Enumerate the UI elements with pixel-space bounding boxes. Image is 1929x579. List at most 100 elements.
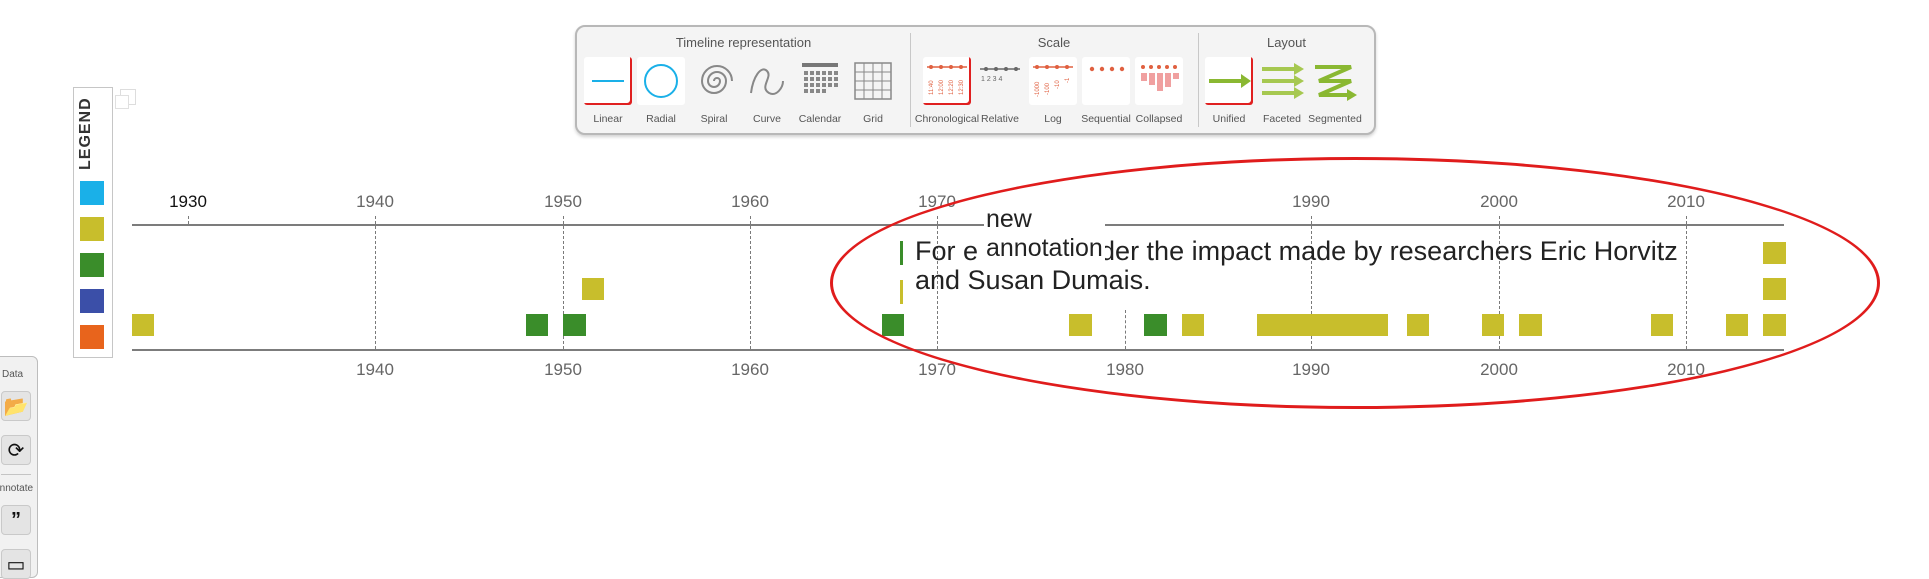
timeline-event[interactable] — [1650, 314, 1673, 336]
annotation-marker — [900, 241, 903, 265]
open-folder-button[interactable]: 📂 — [1, 391, 31, 421]
linear-icon — [584, 57, 632, 105]
gridline — [750, 216, 751, 349]
legend-swatch[interactable] — [80, 253, 104, 277]
timeline-event[interactable] — [563, 314, 586, 336]
gridline — [1125, 310, 1126, 349]
unified-button[interactable]: Unified — [1205, 57, 1253, 125]
grid-icon — [849, 57, 897, 105]
svg-text:12:20: 12:20 — [949, 79, 955, 95]
svg-text:11:40: 11:40 — [929, 80, 935, 95]
bottom-tick-label: 1960 — [731, 360, 769, 379]
new-annotation[interactable]: new annotation — [984, 205, 1105, 263]
collapsed-button[interactable]: Collapsed — [1135, 57, 1183, 125]
faceted-icon — [1258, 57, 1306, 105]
note-icon: ▭ — [6, 553, 26, 576]
calendar-icon — [796, 57, 844, 105]
chronological-icon: 11:40 12:00 12:20 12:30 — [923, 57, 971, 105]
legend-title: LEGEND — [77, 97, 94, 170]
sequential-button[interactable]: Sequential — [1081, 57, 1131, 125]
bottom-tick-label: 1970 — [918, 360, 956, 379]
svg-text:-10: -10 — [1055, 80, 1061, 89]
svg-text:-1000: -1000 — [1035, 81, 1041, 97]
relative-icon: 1 2 3 4 — [976, 57, 1024, 105]
top-tick-label: 1970 — [918, 192, 956, 211]
annotate-section-label: Annotate — [0, 483, 34, 494]
timeline-event[interactable] — [1481, 314, 1505, 336]
timeline-event[interactable] — [1069, 314, 1092, 336]
svg-text:12:00: 12:00 — [939, 79, 945, 95]
legend-swatch[interactable] — [80, 181, 104, 205]
timeline-event[interactable] — [1763, 242, 1786, 264]
faceted-button[interactable]: Faceted — [1258, 57, 1306, 125]
top-tick-label: 1930 — [169, 192, 207, 211]
collapsed-icon — [1135, 57, 1183, 105]
quote-icon: ” — [11, 508, 21, 531]
relative-button[interactable]: 1 2 3 4 Relative — [976, 57, 1024, 125]
bottom-tick-label: 2010 — [1667, 360, 1705, 379]
calendar-button[interactable]: Calendar — [796, 57, 844, 125]
group-title: Timeline representation — [675, 35, 812, 50]
gridline — [1686, 216, 1687, 349]
toolbar: Timeline representation Linear Radial Sp… — [575, 25, 1376, 135]
top-tick-label: 2010 — [1667, 192, 1705, 211]
top-tick-label: 2000 — [1480, 192, 1518, 211]
group-layout: Layout Unified Faceted Segmented — [1199, 27, 1374, 133]
bottom-tick-label: 1980 — [1106, 360, 1144, 379]
quote-button[interactable]: ” — [1, 505, 31, 535]
chronological-button[interactable]: 11:40 12:00 12:20 12:30 Chronological — [915, 57, 979, 125]
svg-text:1 2 3 4: 1 2 3 4 — [981, 76, 1003, 83]
side-separator — [1, 474, 31, 475]
spiral-button[interactable]: Spiral — [690, 57, 738, 125]
refresh-icon: ⟳ — [7, 439, 25, 462]
refresh-button[interactable]: ⟳ — [1, 435, 31, 465]
spiral-icon — [690, 57, 738, 105]
gridline — [375, 216, 376, 349]
bottom-tick-label: 1990 — [1292, 360, 1330, 379]
legend-detach-icon[interactable] — [115, 89, 136, 109]
timeline-event[interactable] — [1256, 314, 1388, 336]
timeline-event[interactable] — [1725, 314, 1748, 336]
segmented-icon — [1311, 57, 1359, 105]
bottom-tick-label: 1950 — [544, 360, 582, 379]
group-title: Layout — [1266, 35, 1307, 50]
top-tick-label: 1990 — [1292, 192, 1330, 211]
timeline-event[interactable] — [1181, 314, 1205, 336]
timeline-event[interactable] — [1144, 314, 1167, 336]
top-axis-line — [132, 224, 1784, 226]
grid-button[interactable]: Grid — [849, 57, 897, 125]
side-panel: Data 📂 ⟳ Annotate ” ▭ — [0, 356, 38, 579]
log-icon: -1000 -100 -10 -1 — [1029, 57, 1077, 105]
open-folder-icon: 📂 — [3, 395, 29, 418]
gridline — [188, 216, 189, 224]
group-timeline-representation: Timeline representation Linear Radial Sp… — [577, 27, 910, 133]
segmented-button[interactable]: Segmented — [1308, 57, 1362, 125]
radial-icon — [637, 57, 685, 105]
svg-text:-100: -100 — [1045, 82, 1051, 95]
timeline-event[interactable] — [1763, 278, 1786, 300]
group-scale: Scale 11:40 12:00 12:20 12:30 Chronologi… — [911, 27, 1197, 133]
timeline-event[interactable] — [1406, 314, 1430, 336]
timeline-event[interactable] — [1763, 314, 1786, 336]
legend-swatch[interactable] — [80, 217, 104, 241]
linear-button[interactable]: Linear — [584, 57, 632, 125]
bottom-tick-label: 1940 — [356, 360, 394, 379]
timeline-event[interactable] — [1519, 314, 1542, 336]
legend-swatch[interactable] — [80, 325, 104, 349]
top-tick-label: 1940 — [356, 192, 394, 211]
curve-button[interactable]: Curve — [743, 57, 791, 125]
segmented-label: Segmented — [1308, 113, 1362, 125]
data-section-label: Data — [2, 369, 24, 380]
collapsed-label: Collapsed — [1135, 113, 1183, 125]
timeline-event[interactable] — [581, 278, 605, 300]
timeline-event[interactable] — [881, 314, 905, 336]
timeline-event[interactable] — [525, 314, 548, 336]
grid-label: Grid — [863, 113, 883, 125]
group-title: Scale — [1037, 35, 1071, 50]
note-button[interactable]: ▭ — [1, 549, 31, 579]
legend-swatch[interactable] — [80, 289, 104, 313]
radial-button[interactable]: Radial — [637, 57, 685, 125]
log-button[interactable]: -1000 -100 -10 -1 Log — [1029, 57, 1077, 125]
top-tick-label: 1960 — [731, 192, 769, 211]
timeline-event[interactable] — [131, 314, 155, 336]
